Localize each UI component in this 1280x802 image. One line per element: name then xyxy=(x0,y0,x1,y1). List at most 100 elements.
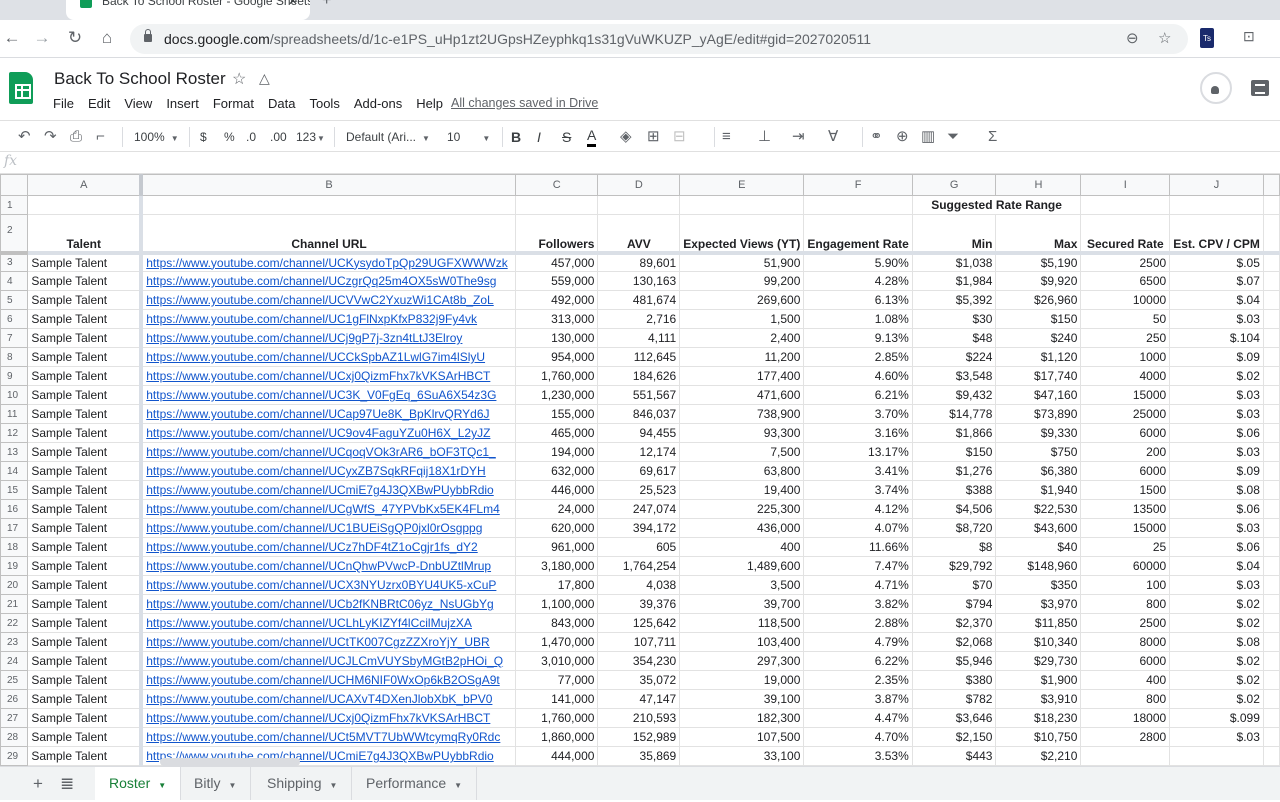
cell-secured-rate[interactable]: 6000 xyxy=(1080,423,1171,443)
cell-talent[interactable]: Sample Talent xyxy=(27,613,144,633)
row-header[interactable]: 13 xyxy=(0,442,29,462)
cell-talent[interactable]: Sample Talent xyxy=(27,575,144,595)
cell[interactable] xyxy=(1262,556,1280,576)
bookmark-star-icon[interactable]: ☆ xyxy=(1158,24,1171,54)
channel-link[interactable]: https://www.youtube.com/channel/UCCkSpbA… xyxy=(146,350,485,364)
cell-expected-views[interactable]: 1,500 xyxy=(679,309,805,329)
cell[interactable] xyxy=(1262,480,1280,500)
cell-est-cpv[interactable]: $.08 xyxy=(1169,480,1264,500)
cell-rate-max[interactable]: $3,910 xyxy=(995,689,1082,709)
cell-engagement-rate[interactable]: 11.66% xyxy=(803,537,913,557)
cell-engagement-rate[interactable]: 5.90% xyxy=(803,252,913,272)
cell-talent[interactable]: Sample Talent xyxy=(27,290,144,310)
cell-secured-rate[interactable]: 10000 xyxy=(1080,290,1171,310)
cell-est-cpv[interactable]: $.02 xyxy=(1169,594,1264,614)
cell-secured-rate[interactable]: 18000 xyxy=(1080,708,1171,728)
cell-expected-views[interactable]: 118,500 xyxy=(679,613,805,633)
row-header[interactable]: 9 xyxy=(0,366,29,386)
cell-rate-max[interactable]: $73,890 xyxy=(995,404,1082,424)
cell-secured-rate[interactable]: 200 xyxy=(1080,442,1171,462)
select-all-corner[interactable] xyxy=(0,174,29,196)
cell-engagement-rate[interactable]: 7.47% xyxy=(803,556,913,576)
sheet-tab-performance[interactable]: Performance ▼ xyxy=(352,767,478,800)
cell-rate-max[interactable]: $240 xyxy=(995,328,1082,348)
channel-link[interactable]: https://www.youtube.com/channel/UCtTK007… xyxy=(146,635,489,649)
cell-est-cpv[interactable]: $.099 xyxy=(1169,708,1264,728)
channel-link[interactable]: https://www.youtube.com/channel/UC3K_V0F… xyxy=(146,388,496,402)
zoom-select[interactable]: 100% ▼ xyxy=(134,127,179,147)
row-header[interactable]: 18 xyxy=(0,537,29,557)
forward-icon[interactable]: → xyxy=(30,26,54,50)
cell-followers[interactable]: 3,010,000 xyxy=(514,651,599,671)
cell[interactable] xyxy=(1262,670,1280,690)
cell-engagement-rate[interactable]: 3.16% xyxy=(803,423,913,443)
cell-expected-views[interactable]: 63,800 xyxy=(679,461,805,481)
document-title[interactable]: Back To School Roster xyxy=(54,69,226,89)
cell-expected-views[interactable]: 11,200 xyxy=(679,347,805,367)
cell[interactable] xyxy=(1262,537,1280,557)
filter-icon[interactable]: ⏷ xyxy=(947,127,959,147)
channel-link[interactable]: https://www.youtube.com/channel/UC1gFlNx… xyxy=(146,312,477,326)
menu-data[interactable]: Data xyxy=(261,94,302,113)
cell-secured-rate[interactable]: 8000 xyxy=(1080,632,1171,652)
cell-avv[interactable]: 4,038 xyxy=(597,575,681,595)
text-color-button[interactable]: A xyxy=(587,127,597,147)
cell-avv[interactable]: 12,174 xyxy=(597,442,681,462)
cell-engagement-rate[interactable]: 4.70% xyxy=(803,727,913,747)
cell-avv[interactable]: 551,567 xyxy=(597,385,681,405)
cell-expected-views[interactable]: 19,000 xyxy=(679,670,805,690)
cell-followers[interactable]: 559,000 xyxy=(514,271,599,291)
cell[interactable] xyxy=(1262,214,1280,255)
cell-rate-max[interactable]: $26,960 xyxy=(995,290,1082,310)
cell-talent[interactable]: Sample Talent xyxy=(27,746,144,766)
cell-est-cpv[interactable]: $.04 xyxy=(1169,290,1264,310)
cell-expected-views[interactable]: 400 xyxy=(679,537,805,557)
cell-est-cpv[interactable]: $.04 xyxy=(1169,556,1264,576)
row-header[interactable]: 29 xyxy=(0,746,29,766)
cell-talent[interactable]: Sample Talent xyxy=(27,328,144,348)
row-header[interactable]: 6 xyxy=(0,309,29,329)
cell-talent[interactable]: Sample Talent xyxy=(27,518,144,538)
cell-engagement-rate[interactable]: 3.41% xyxy=(803,461,913,481)
cell-engagement-rate[interactable]: 6.22% xyxy=(803,651,913,671)
cell-channel-url[interactable]: https://www.youtube.com/channel/UCxj0Qiz… xyxy=(140,366,516,386)
cell-expected-views[interactable]: 269,600 xyxy=(679,290,805,310)
cell-rate-max[interactable]: $148,960 xyxy=(995,556,1082,576)
cell-talent[interactable]: Sample Talent xyxy=(27,366,144,386)
move-to-drive-icon[interactable]: △ xyxy=(259,70,270,87)
column-header-j[interactable]: J xyxy=(1169,174,1264,196)
channel-link[interactable]: https://www.youtube.com/channel/UCxj0Qiz… xyxy=(146,711,490,725)
column-header-i[interactable]: I xyxy=(1080,174,1171,196)
cell-expected-views[interactable]: 436,000 xyxy=(679,518,805,538)
channel-link[interactable]: https://www.youtube.com/channel/UCLhLyKI… xyxy=(146,616,472,630)
text-rotation-icon[interactable]: ∀ xyxy=(828,127,838,147)
sheet-tab-shipping[interactable]: Shipping ▼ xyxy=(253,767,353,800)
cell-est-cpv[interactable]: $.03 xyxy=(1169,442,1264,462)
channel-link[interactable]: https://www.youtube.com/channel/UCj9gP7j… xyxy=(146,331,462,345)
cell-rate-max[interactable]: $150 xyxy=(995,309,1082,329)
row-header[interactable]: 24 xyxy=(0,651,29,671)
cell[interactable] xyxy=(803,195,913,215)
cell-rate-min[interactable]: $29,792 xyxy=(911,556,997,576)
cell-channel-url[interactable]: https://www.youtube.com/channel/UCKysydo… xyxy=(140,252,516,272)
cell-followers[interactable]: 444,000 xyxy=(514,746,599,766)
cell-avv[interactable]: 247,074 xyxy=(597,499,681,519)
cell[interactable] xyxy=(1262,575,1280,595)
cell[interactable] xyxy=(1262,518,1280,538)
cell-secured-rate[interactable]: 2800 xyxy=(1080,727,1171,747)
font-family-select[interactable]: Default (Ari... ▼ xyxy=(346,127,430,147)
row-header[interactable]: 21 xyxy=(0,594,29,614)
cell-est-cpv[interactable]: $.08 xyxy=(1169,632,1264,652)
cell-secured-rate[interactable]: 800 xyxy=(1080,594,1171,614)
cell-rate-max[interactable]: $1,120 xyxy=(995,347,1082,367)
cell-rate-min[interactable]: $794 xyxy=(911,594,997,614)
text-wrapping-icon[interactable]: ⇥ xyxy=(792,127,805,147)
cell-rate-min[interactable]: $1,866 xyxy=(911,423,997,443)
cell-engagement-rate[interactable]: 4.07% xyxy=(803,518,913,538)
cell-avv[interactable]: 2,716 xyxy=(597,309,681,329)
cell-avv[interactable]: 25,523 xyxy=(597,480,681,500)
cell[interactable] xyxy=(1262,746,1280,766)
cell-avv[interactable]: 89,601 xyxy=(597,252,681,272)
cell[interactable] xyxy=(1262,442,1280,462)
cell-est-cpv[interactable]: $.02 xyxy=(1169,651,1264,671)
